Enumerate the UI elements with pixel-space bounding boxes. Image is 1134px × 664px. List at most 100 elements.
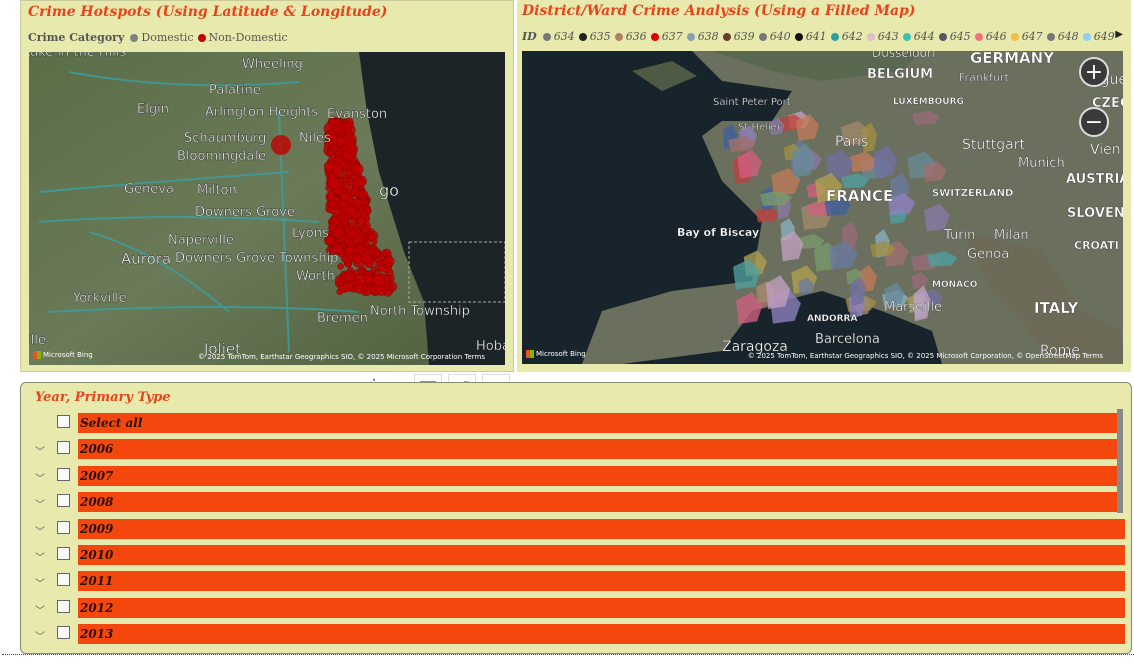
ward-legend: ID 634 635 636 637 638 639 640 641 642 643 644 645 6…: [522, 30, 1119, 43]
slicer-scrollbar[interactable]: [1117, 409, 1123, 513]
legend-item-2[interactable]: 636: [614, 30, 647, 43]
map-label: FRANCE: [826, 187, 893, 205]
zoom-out-button[interactable]: −: [1079, 107, 1109, 137]
crime-point: [345, 273, 354, 282]
map-label: Bremen: [317, 311, 368, 326]
slicer-item[interactable]: ﹀ 2009: [33, 518, 1125, 545]
checkbox[interactable]: [57, 573, 70, 587]
map-label: CROATI: [1074, 239, 1119, 252]
legend-item-10[interactable]: 644: [902, 30, 935, 43]
crime-point: [387, 274, 395, 282]
ward-filled-map[interactable]: Düsseldorf GERMANY BELGIUM Frankfurt agu…: [522, 51, 1123, 364]
legend-item-7[interactable]: 641: [794, 30, 827, 43]
map-label: Evanston: [327, 107, 387, 122]
legend-dot: [722, 32, 731, 41]
map-label: Worth: [296, 269, 335, 284]
legend-item-1[interactable]: 635: [578, 30, 611, 43]
legend-dot: [830, 32, 839, 41]
checkbox[interactable]: [57, 546, 70, 560]
crime-point: [363, 206, 372, 216]
map-copyright[interactable]: © 2025 TomTom, Earthstar Geographics SIO…: [198, 353, 485, 361]
legend-dot: [614, 32, 623, 41]
slicer-item-label: 2013: [78, 624, 1125, 645]
legend-item-0[interactable]: 634: [542, 30, 575, 43]
slicer-item[interactable]: ﹀ 2007: [33, 465, 1125, 492]
map-label: Arlington Heights: [205, 105, 318, 120]
expand-chevron-icon[interactable]: ﹀: [35, 628, 45, 643]
legend-dot: [197, 33, 206, 42]
select-all-row[interactable]: Select all: [33, 413, 1125, 439]
expand-chevron-icon[interactable]: ﹀: [35, 443, 45, 458]
legend-dot: [1082, 32, 1091, 41]
crime-point: [383, 255, 395, 267]
expand-chevron-icon[interactable]: ﹀: [35, 523, 45, 538]
crime-hotspots-visual[interactable]: Crime Hotspots (Using Latitude & Longitu…: [20, 0, 514, 372]
crime-point: [330, 162, 343, 175]
slicer-item[interactable]: ﹀ 2010: [33, 544, 1125, 571]
slicer-item-label: 2012: [78, 597, 1125, 618]
slicer-item[interactable]: ﹀ 2011: [33, 571, 1125, 597]
expand-chevron-icon[interactable]: ﹀: [35, 549, 45, 564]
hotspots-map[interactable]: Lake in the Hills Wheeling Palatine Elgi…: [29, 52, 505, 365]
legend-item-9[interactable]: 643: [866, 30, 899, 43]
legend-item-3[interactable]: 637: [650, 30, 683, 43]
zoom-in-button[interactable]: +: [1079, 57, 1109, 87]
map-label: Schaumburg: [184, 131, 266, 146]
checkbox[interactable]: [57, 626, 70, 640]
crime-point: [377, 264, 385, 272]
checkbox[interactable]: [57, 467, 70, 481]
slicer-item-label: 2007: [78, 465, 1117, 486]
checkbox[interactable]: [57, 520, 70, 534]
map-label: LUXEMBOURG: [893, 97, 964, 107]
legend-item-4[interactable]: 638: [686, 30, 719, 43]
map-label: Wheeling: [242, 57, 303, 72]
year-type-slicer[interactable]: Year, Primary Type Select all ﹀ 2006 ﹀ 2007 ﹀…: [20, 382, 1132, 654]
legend-item-non-domestic[interactable]: Non-Domestic: [197, 31, 288, 44]
legend-item-14[interactable]: 648: [1046, 30, 1079, 43]
checkbox[interactable]: [57, 494, 70, 508]
map-copyright[interactable]: © 2025 TomTom, Earthstar Geographics SIO…: [748, 352, 1103, 360]
slicer-item[interactable]: ﹀ 2013: [33, 624, 1125, 650]
expand-chevron-icon[interactable]: ﹀: [35, 470, 45, 485]
crime-point: [351, 156, 359, 164]
legend-item-5[interactable]: 639: [722, 30, 755, 43]
legend-item-6[interactable]: 640: [758, 30, 791, 43]
map-label: Marseille: [884, 300, 942, 315]
legend-item-13[interactable]: 647: [1010, 30, 1043, 43]
slicer-item[interactable]: ﹀ 2008: [33, 492, 1125, 518]
slicer-item[interactable]: ﹀ 2006: [33, 439, 1125, 465]
slicer-item-label: 2009: [78, 518, 1125, 539]
slicer-item[interactable]: ﹀ 2012: [33, 597, 1125, 624]
legend-dot: [542, 32, 551, 41]
checkbox[interactable]: [57, 441, 70, 455]
legend-item-8[interactable]: 642: [830, 30, 863, 43]
slicer-item-label: 2010: [78, 544, 1125, 565]
crime-point: [342, 281, 353, 292]
legend-item-15[interactable]: 649: [1082, 30, 1115, 43]
expand-chevron-icon[interactable]: ﹀: [35, 602, 45, 617]
microsoft-logo-icon: [526, 350, 534, 358]
map-label: Lake in the Hills: [29, 52, 126, 60]
bing-attribution: Microsoft Bing: [33, 351, 93, 359]
map-label: SWITZERLAND: [932, 188, 1013, 199]
crime-point: [271, 135, 291, 155]
legend-item-11[interactable]: 645: [938, 30, 971, 43]
legend-dot: [758, 32, 767, 41]
hotspots-legend: Crime Category Domestic Non-Domestic: [28, 31, 292, 44]
crime-point: [351, 163, 364, 176]
legend-next-icon[interactable]: ▶: [1115, 29, 1123, 40]
ward-crime-visual[interactable]: District/Ward Crime Analysis (Using a Fi…: [517, 0, 1131, 372]
legend-dot: [794, 32, 803, 41]
map-label: Saint Peter Port: [713, 97, 791, 108]
legend-dot: [578, 32, 587, 41]
checkbox[interactable]: [57, 415, 70, 428]
crime-point: [341, 143, 351, 153]
map-label: go: [379, 181, 399, 200]
expand-chevron-icon[interactable]: ﹀: [35, 575, 45, 590]
crime-point: [367, 249, 375, 257]
checkbox[interactable]: [57, 599, 70, 613]
legend-item-12[interactable]: 646: [974, 30, 1007, 43]
map-label: ANDORRA: [807, 314, 857, 324]
expand-chevron-icon[interactable]: ﹀: [35, 496, 45, 511]
legend-item-domestic[interactable]: Domestic: [130, 31, 194, 44]
